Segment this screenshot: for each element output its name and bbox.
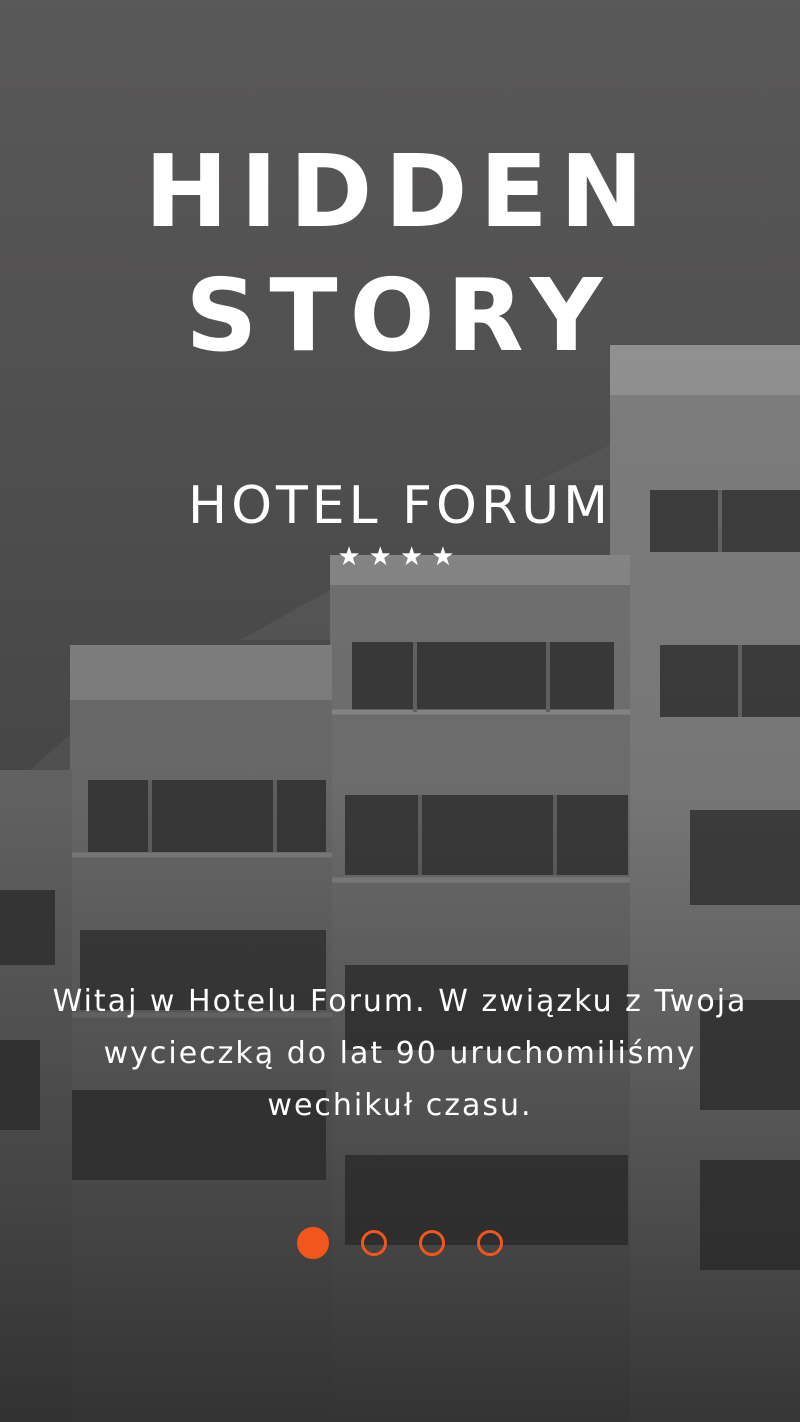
star-rating: ★★★★ bbox=[337, 542, 463, 572]
page-indicator bbox=[0, 1227, 800, 1259]
page-dot-2[interactable] bbox=[361, 1230, 387, 1256]
hotel-name: HOTEL FORUM bbox=[187, 476, 613, 536]
page-dot-3[interactable] bbox=[419, 1230, 445, 1256]
onboarding-screen: HIDDEN STORY HOTEL FORUM ★★★★ Witaj w Ho… bbox=[0, 0, 800, 1422]
title-line-2: STORY bbox=[185, 257, 615, 374]
page-dot-4[interactable] bbox=[477, 1230, 503, 1256]
title-line-1: HIDDEN bbox=[144, 133, 656, 250]
app-title: HIDDEN STORY bbox=[0, 130, 800, 378]
page-dot-1[interactable] bbox=[297, 1227, 329, 1259]
welcome-message: Witaj w Hotelu Forum. W związku z Twoja … bbox=[52, 984, 748, 1123]
